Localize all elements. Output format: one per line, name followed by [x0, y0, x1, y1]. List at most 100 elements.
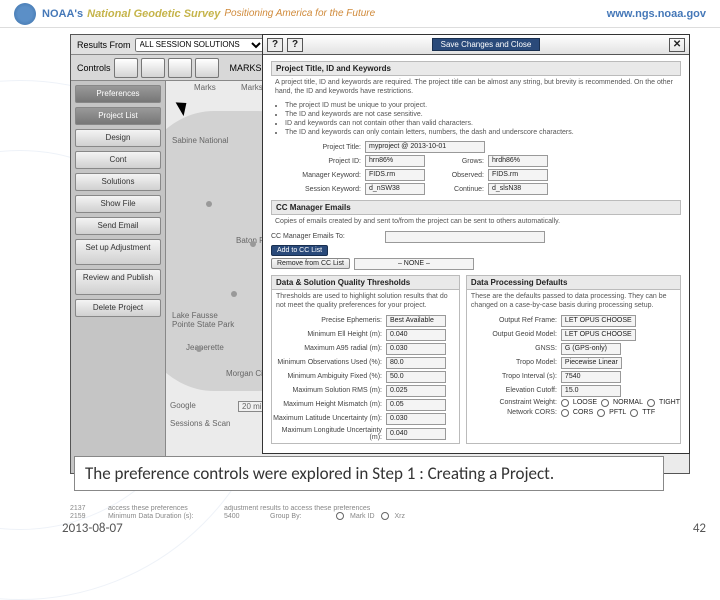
map-label: Jeanerette	[186, 343, 224, 352]
back-arrow-icon[interactable]	[141, 58, 165, 78]
mh-input[interactable]: 0.05	[386, 399, 446, 411]
noaa-logo	[14, 3, 36, 25]
lbl: Maximum Solution RMS (m):	[272, 387, 382, 394]
save-close-button[interactable]: Save Changes and Close	[432, 38, 541, 51]
lbl: Maximum A95 radial (m):	[272, 345, 382, 352]
thresholds-col: Data & Solution Quality Thresholds Thres…	[271, 275, 460, 444]
sidebar-item-design[interactable]: Design	[75, 129, 161, 147]
section-defaults: Data Processing Defaults	[467, 276, 680, 290]
lbl: Minimum Observations Used (%):	[272, 359, 382, 366]
sess-kw-input[interactable]: d_nSW38	[365, 183, 425, 195]
radio[interactable]	[630, 409, 638, 417]
obs-input[interactable]: FIDS.rm	[488, 169, 548, 181]
lbl: Session Keyword:	[271, 186, 361, 193]
lbl: Maximum Longitude Uncertainty (m):	[272, 427, 382, 441]
cc-email-input[interactable]	[385, 231, 545, 243]
sidebar-item-sendemail[interactable]: Send Email	[75, 217, 161, 235]
radio[interactable]	[601, 399, 609, 407]
lbl: Minimum Data Duration (s):	[108, 513, 218, 520]
caption-overlay: The preference controls were explored in…	[74, 456, 664, 491]
radio[interactable]	[561, 399, 569, 407]
close-icon[interactable]: ✕	[669, 38, 685, 52]
cc-list[interactable]: – NONE –	[354, 258, 474, 270]
eph-select[interactable]: Best Available	[386, 315, 446, 327]
hdr-tagline: Positioning America for the Future	[224, 8, 375, 19]
proj-title-input[interactable]: myproject @ 2013-10-01	[365, 141, 485, 153]
cursor-icon	[179, 99, 193, 119]
note-a: access these preferences	[108, 505, 218, 512]
sidebar-item-preferences[interactable]: Preferences	[75, 85, 161, 103]
fwd-arrow-icon[interactable]	[168, 58, 192, 78]
results-select[interactable]: ALL SESSION SOLUTIONS	[135, 38, 265, 52]
section-title-id: Project Title, ID and Keywords	[271, 61, 681, 76]
lbl: Maximum Height Mismatch (m):	[272, 401, 382, 408]
amb-input[interactable]: 50.0	[386, 371, 446, 383]
controls-label: Controls	[77, 63, 111, 73]
lat-input[interactable]: 0.030	[386, 413, 446, 425]
sidebar-item-setup[interactable]: Set up Adjustment	[75, 239, 161, 265]
lbl: Elevation Cutoff:	[467, 387, 557, 394]
sidebar-item-projectlist[interactable]: Project List	[75, 107, 161, 125]
lbl: Output Ref Frame:	[467, 317, 557, 324]
remove-cc-button[interactable]: Remove from CC List	[271, 258, 350, 269]
tool-icon[interactable]	[195, 58, 219, 78]
section-desc: A project title, ID and keywords are req…	[271, 76, 681, 99]
geoid-select[interactable]: LET OPUS CHOOSE	[561, 329, 636, 341]
lbl: CC Manager Emails To:	[271, 233, 381, 240]
lbl: Continue:	[429, 186, 484, 193]
sidebar-item-cont[interactable]: Cont	[75, 151, 161, 169]
ar-input[interactable]: 0.030	[386, 343, 446, 355]
proj-id-input[interactable]: hrn86%	[365, 155, 425, 167]
defaults-col: Data Processing Defaults These are the d…	[466, 275, 681, 444]
bullet: The ID and keywords are not case sensiti…	[285, 110, 679, 119]
map-label: Marks	[241, 83, 263, 92]
radio[interactable]	[561, 409, 569, 417]
obs-input[interactable]: 80.0	[386, 357, 446, 369]
el-input[interactable]: 15.0	[561, 385, 621, 397]
lbl: GNSS:	[467, 345, 557, 352]
help2-icon[interactable]: ?	[287, 38, 303, 52]
radio[interactable]	[597, 409, 605, 417]
lbl: Observed:	[429, 172, 484, 179]
radio[interactable]	[647, 399, 655, 407]
sidebar: Preferences Project List Design Cont Sol…	[71, 81, 166, 473]
section-cc: CC Manager Emails	[271, 200, 681, 215]
sessions-label: Sessions & Scan	[170, 419, 230, 428]
dialog-toolbar: ? ? Save Changes and Close ✕	[263, 35, 689, 55]
marks-label: MARKS:	[230, 63, 265, 73]
tropo-select[interactable]: Piecewise Linear	[561, 357, 622, 369]
lon-input[interactable]: 0.040	[386, 428, 446, 440]
grows-input[interactable]: hrdh86%	[488, 155, 548, 167]
thresh-desc: Thresholds are used to highlight solutio…	[272, 290, 459, 313]
mgr-kw-input[interactable]: FIDS.rm	[365, 169, 425, 181]
sidebar-item-review[interactable]: Review and Publish	[75, 269, 161, 295]
map-label: Marks	[194, 83, 216, 92]
frame-select[interactable]: LET OPUS CHOOSE	[561, 315, 636, 327]
results-label: Results From	[77, 40, 131, 50]
hdr-noaa: NOAA's	[42, 8, 83, 20]
ti-input[interactable]: 7540	[561, 371, 621, 383]
lbl: Manager Keyword:	[271, 172, 361, 179]
eh-input[interactable]: 0.040	[386, 329, 446, 341]
lbl: Maximum Latitude Uncertainty (m):	[272, 415, 382, 422]
lbl: Output Geoid Model:	[467, 331, 557, 338]
hdr-ngs: National Geodetic Survey	[87, 8, 220, 20]
map-label: Sabine National	[172, 136, 228, 145]
footer-page: 42	[693, 521, 706, 536]
gnss-select[interactable]: G (GPS-only)	[561, 343, 621, 355]
lbl: Project ID:	[271, 158, 361, 165]
lbl: Network CORS:	[467, 409, 557, 416]
sidebar-item-delete[interactable]: Delete Project	[75, 299, 161, 317]
google-logo: Google	[170, 401, 196, 410]
help-icon[interactable]: ?	[267, 38, 283, 52]
section-thresh: Data & Solution Quality Thresholds	[272, 276, 459, 290]
lbl: Constraint Weight:	[467, 399, 557, 406]
sidebar-item-solutions[interactable]: Solutions	[75, 173, 161, 191]
sidebar-item-showfile[interactable]: Show File	[75, 195, 161, 213]
footer-date: 2013-08-07	[62, 521, 123, 536]
cont-input[interactable]: d_slsN38	[488, 183, 548, 195]
help-icon[interactable]	[114, 58, 138, 78]
note-b: adjustment results to access these prefe…	[224, 505, 404, 512]
rms-input[interactable]: 0.025	[386, 385, 446, 397]
add-cc-button[interactable]: Add to CC List	[271, 245, 328, 256]
